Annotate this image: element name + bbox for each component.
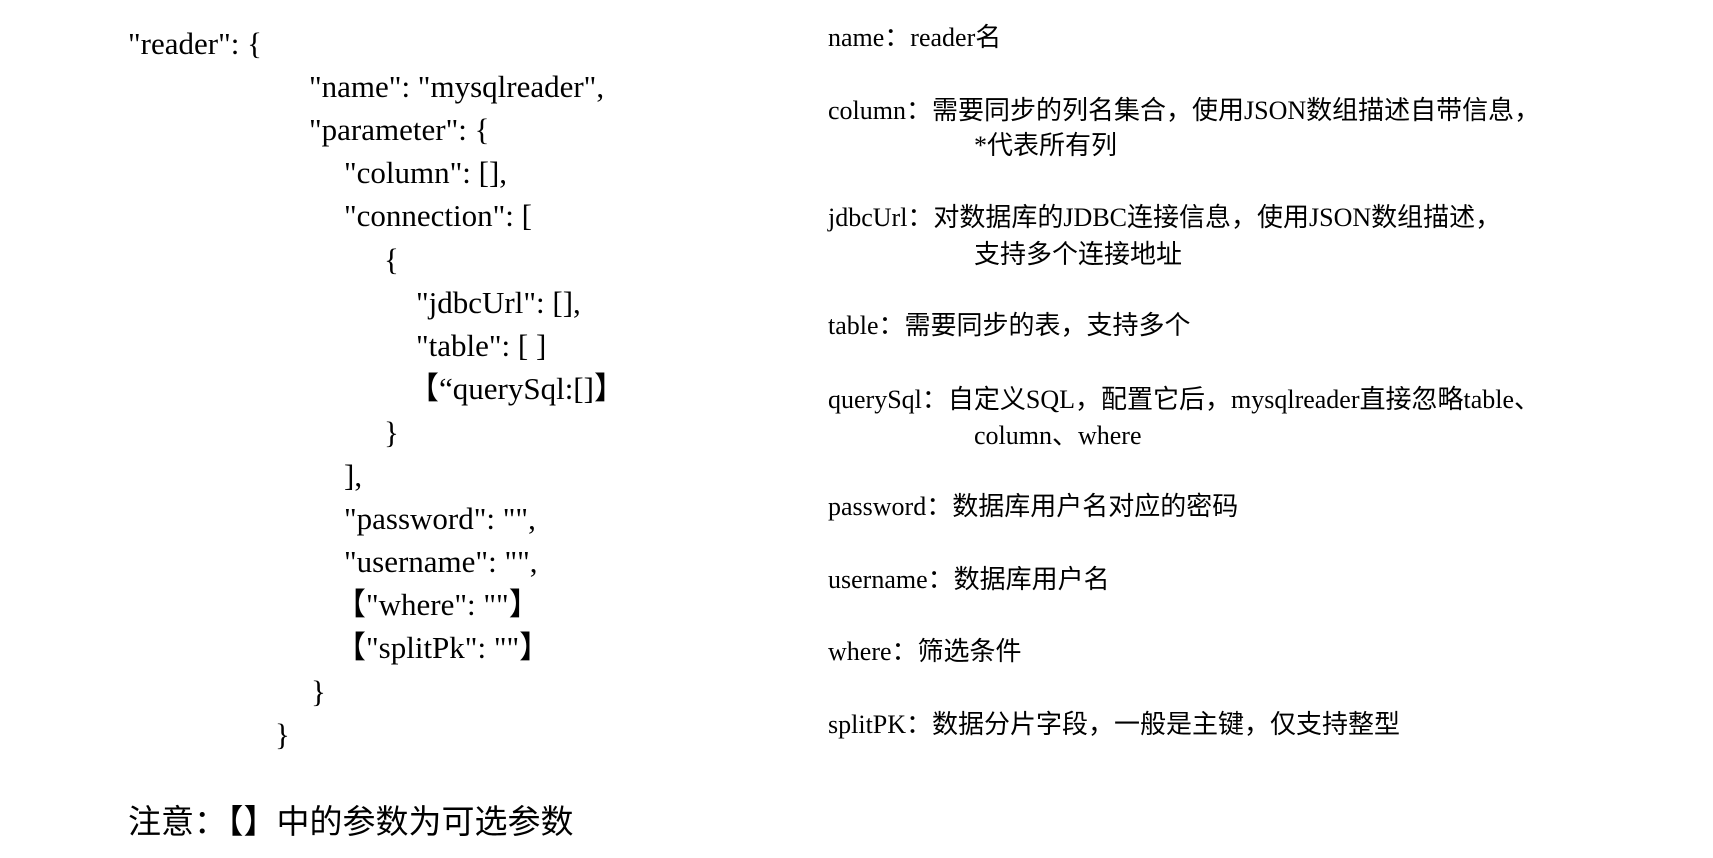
description-table: table：需要同步的表，支持多个	[828, 311, 1191, 340]
code-line: }	[275, 717, 290, 752]
code-line: ],	[344, 458, 363, 493]
description-name: name：reader名	[828, 23, 1002, 52]
code-line: "reader": {	[128, 26, 262, 61]
code-line: "jdbcUrl": [],	[416, 285, 581, 320]
description-jdbcurl: jdbcUrl：对数据库的JDBC连接信息，使用JSON数组描述，	[828, 203, 1502, 232]
description-username: username：数据库用户名	[828, 565, 1110, 594]
description-column: column：需要同步的列名集合，使用JSON数组描述自带信息，	[828, 96, 1541, 125]
code-line: 【"where": ""】	[335, 587, 540, 622]
code-line: {	[384, 242, 399, 277]
code-line: 【“querySql:[]】	[408, 371, 625, 406]
optional-params-note: 注意：【】中的参数为可选参数	[128, 805, 574, 841]
code-line: "parameter": {	[309, 112, 490, 147]
description-querysql-cont: column、where	[974, 421, 1142, 450]
description-jdbcurl-cont: 支持多个连接地址	[974, 240, 1183, 269]
code-line: }	[384, 415, 399, 450]
description-where: where：筛选条件	[828, 637, 1022, 666]
code-line: "username": "",	[344, 544, 538, 579]
code-line: "connection": [	[344, 198, 532, 233]
description-querysql: querySql：自定义SQL，配置它后，mysqlreader直接忽略tabl…	[828, 385, 1541, 414]
description-splitpk: splitPK：数据分片字段，一般是主键，仅支持整型	[828, 710, 1401, 739]
code-line: }	[311, 674, 326, 709]
code-line: "column": [],	[344, 155, 508, 190]
code-line: "table": [ ]	[416, 328, 547, 363]
description-password: password：数据库用户名对应的密码	[828, 492, 1239, 521]
code-line: "password": "",	[344, 501, 536, 536]
code-line: 【"splitPk": ""】	[335, 630, 551, 665]
code-line: "name": "mysqlreader",	[309, 69, 605, 104]
description-column-cont: *代表所有列	[974, 131, 1118, 160]
